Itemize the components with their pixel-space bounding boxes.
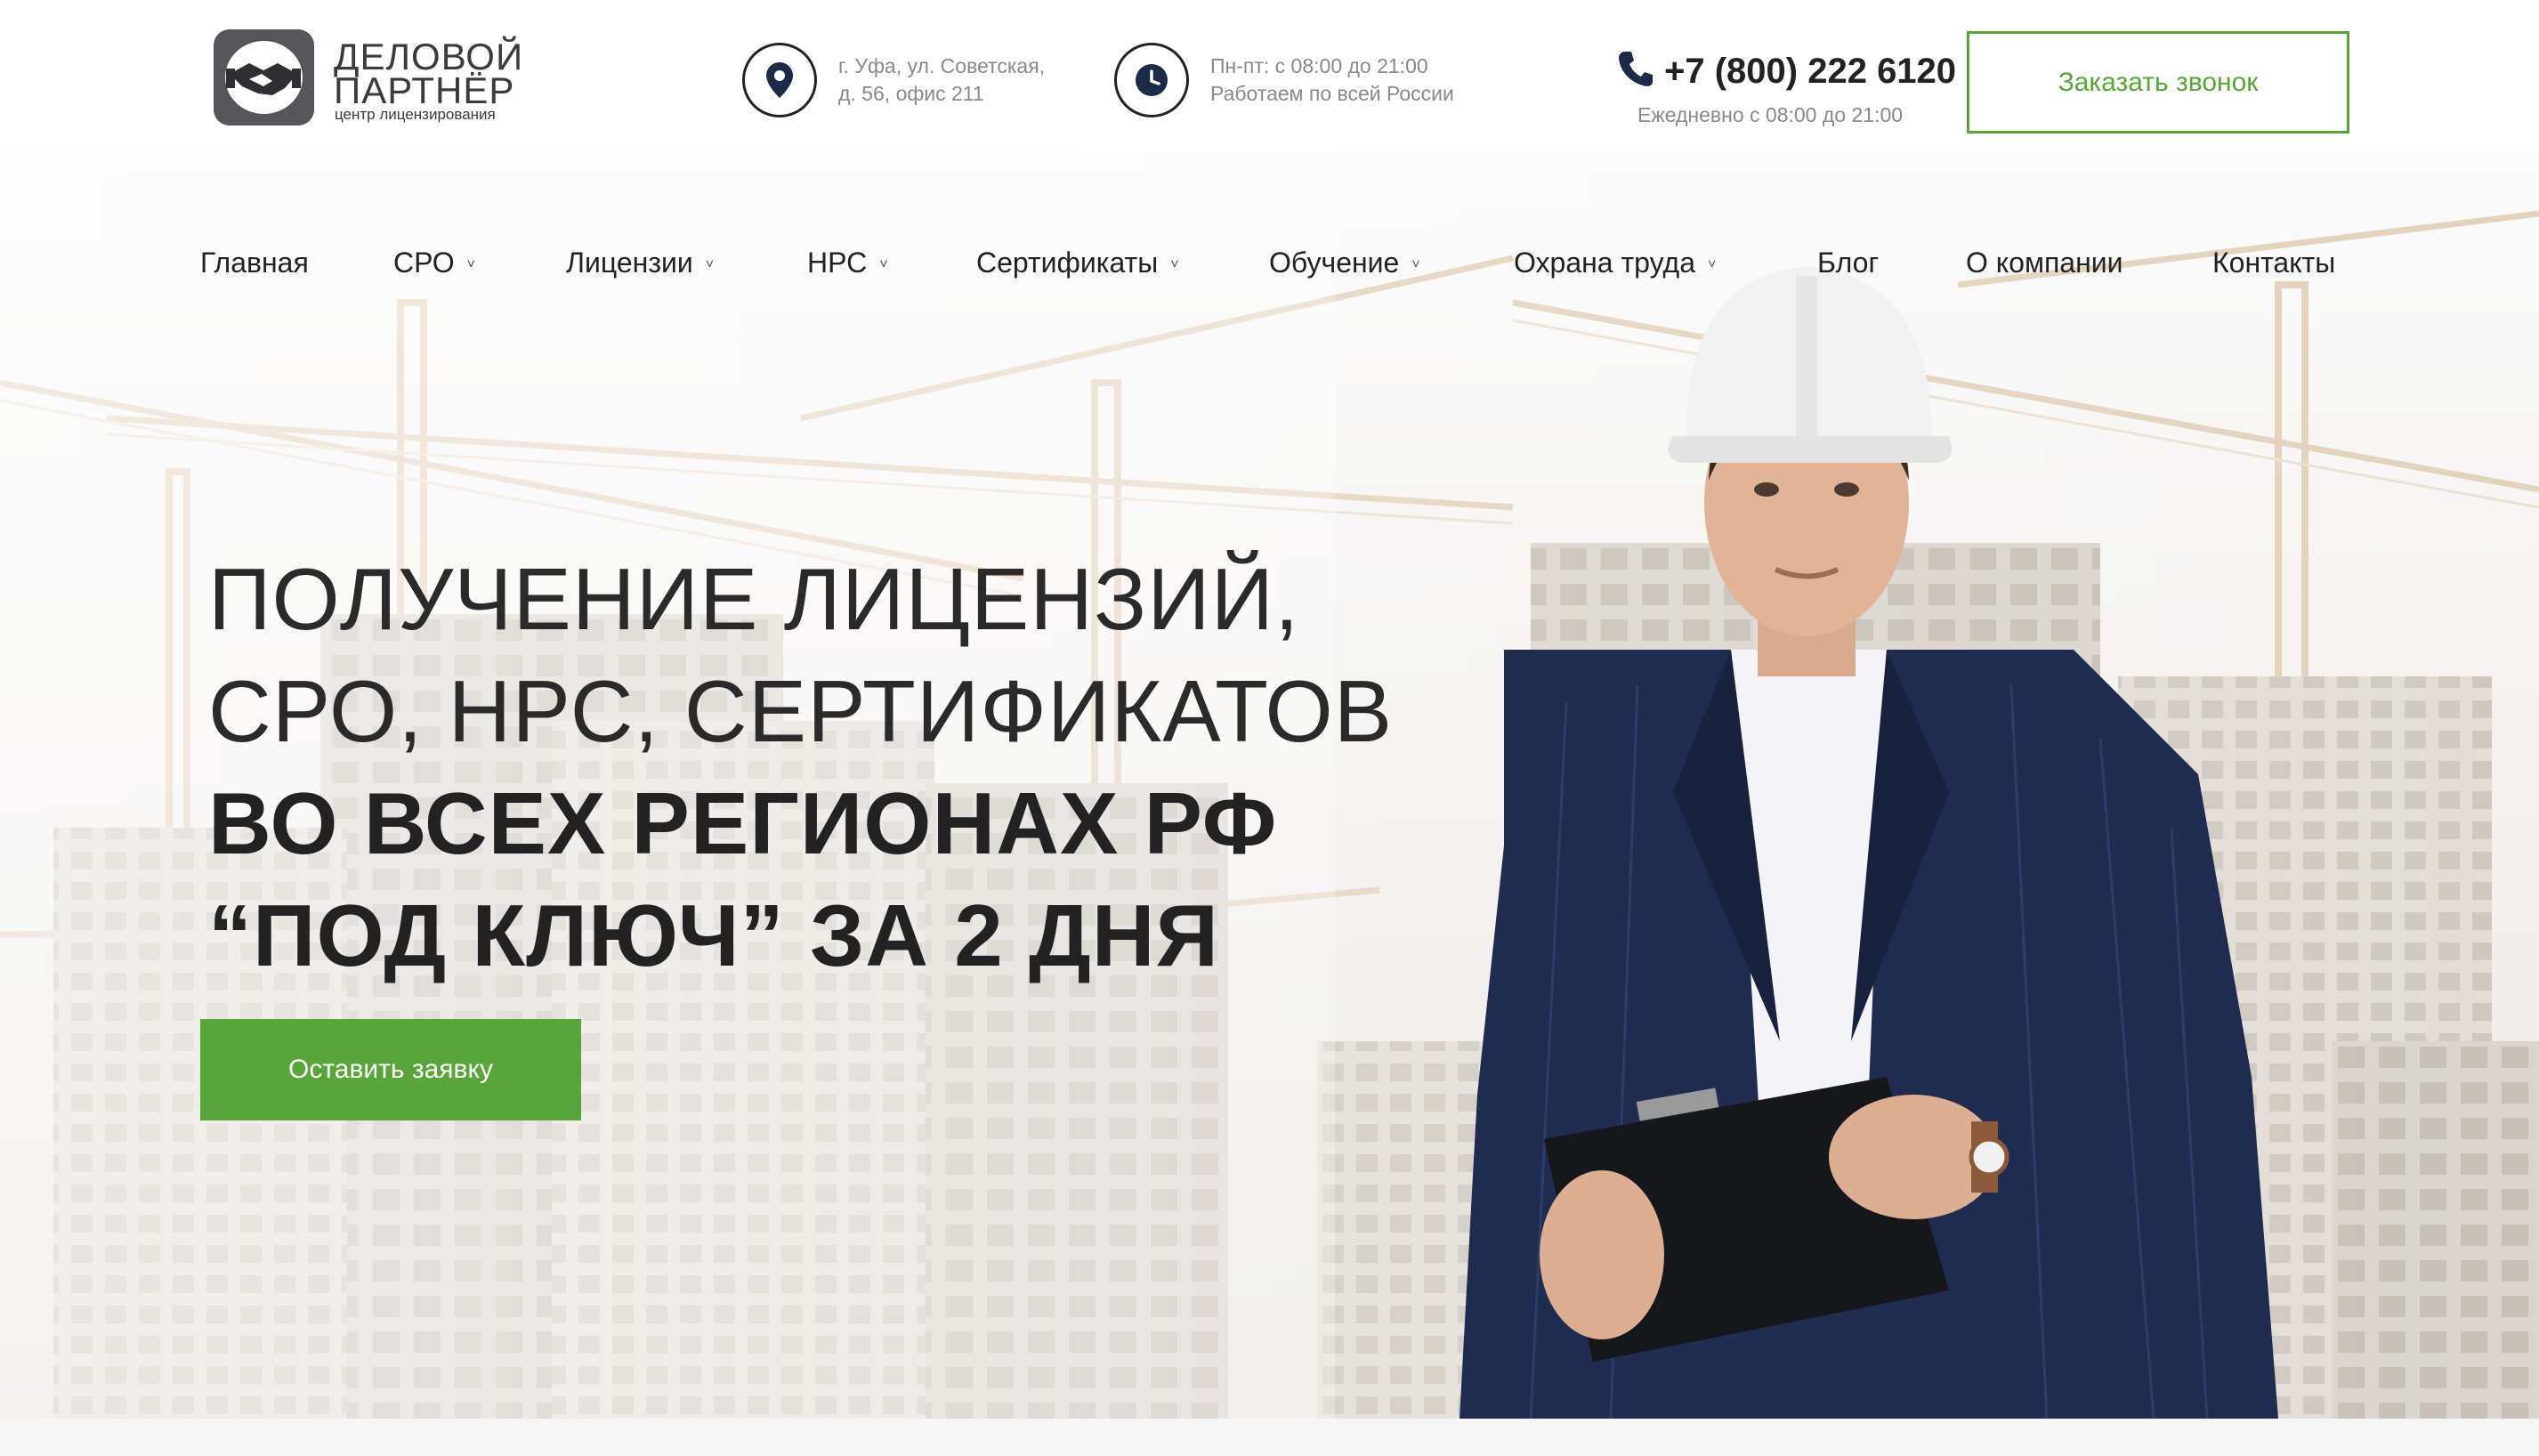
phone-icon — [1619, 52, 1653, 86]
nav-item-nrs[interactable]: НРС ˅ — [807, 236, 888, 292]
nav-item-label: НРС — [807, 247, 868, 279]
address-icon-circle — [742, 43, 817, 117]
hero-line2: СРО, НРС, СЕРТИФИКАТОВ — [208, 662, 1394, 760]
hero-line1: ПОЛУЧЕНИЕ ЛИЦЕНЗИЙ, — [208, 550, 1300, 648]
logo-tagline: центр лицензирования — [335, 106, 496, 123]
chevron-down-icon: ˅ — [1707, 256, 1717, 272]
nav-item-home[interactable]: Главная — [200, 236, 309, 289]
map-pin-icon — [766, 62, 793, 98]
nav-item-sro[interactable]: СРО ˅ — [393, 236, 475, 292]
phone-number-link[interactable]: +7 (800) 222 6120 — [1664, 53, 1956, 89]
section-divider — [0, 1419, 2539, 1456]
phone-hours: Ежедневно с 08:00 до 21:00 — [1637, 103, 1904, 126]
nav-item-label: Главная — [200, 247, 309, 279]
chevron-down-icon: ˅ — [466, 256, 475, 272]
page: ДЕЛОВОЙ ПАРТНЁР центр лицензирования г. … — [0, 0, 2539, 1456]
nav-item-label: Обучение — [1269, 247, 1400, 279]
site-header: ДЕЛОВОЙ ПАРТНЁР центр лицензирования г. … — [0, 0, 2539, 151]
chevron-down-icon: ˅ — [879, 256, 888, 272]
nav-item-label: Блог — [1817, 247, 1880, 279]
handshake-icon — [226, 63, 301, 95]
phone-block: +7 (800) 222 6120 Ежедневно с 08:00 до 2… — [1613, 46, 1956, 135]
nav-item-label: Лицензии — [566, 247, 693, 279]
address-info: г. Уфа, ул. Советская, д. 56, офис 211 — [742, 43, 1063, 125]
callback-button[interactable]: Заказать звонок — [1967, 31, 2349, 133]
nav-item-about[interactable]: О компании — [1966, 236, 2123, 289]
chevron-down-icon: ˅ — [1411, 256, 1420, 272]
hours-line2: Работаем по всей России — [1210, 82, 1454, 105]
logo-mark — [214, 29, 314, 125]
nav-item-training[interactable]: Обучение ˅ — [1269, 236, 1420, 292]
nav-item-label: Контакты — [2212, 247, 2336, 279]
hero-line3: ВО ВСЕХ РЕГИОНАХ РФ — [208, 774, 1278, 872]
nav-item-contacts[interactable]: Контакты — [2212, 236, 2335, 289]
submit-request-button[interactable]: Оставить заявку — [200, 1019, 581, 1120]
clock-icon — [1136, 64, 1168, 96]
address-line2: д. 56, офис 211 — [838, 82, 984, 105]
hero-headline: ПОЛУЧЕНИЕ ЛИЦЕНЗИЙ, СРО, НРС, СЕРТИФИКАТ… — [208, 543, 1393, 991]
nav-item-licenses[interactable]: Лицензии ˅ — [566, 236, 714, 292]
address-line1: г. Уфа, ул. Советская, — [838, 54, 1046, 77]
chevron-down-icon: ˅ — [1170, 256, 1179, 272]
chevron-down-icon: ˅ — [705, 256, 715, 272]
work-hours-info: Пн-пт: с 08:00 до 21:00 Работаем по всей… — [1114, 43, 1488, 125]
nav-item-label: Охрана труда — [1514, 247, 1695, 279]
nav-item-blog[interactable]: Блог — [1817, 236, 1879, 289]
hours-line1: Пн-пт: с 08:00 до 21:00 — [1210, 54, 1428, 77]
hero-line4: “ПОД КЛЮЧ” ЗА 2 ДНЯ — [208, 886, 1219, 984]
nav-item-label: СРО — [393, 247, 455, 279]
hours-icon-circle — [1114, 43, 1189, 117]
nav-item-certificates[interactable]: Сертификаты ˅ — [976, 236, 1179, 292]
logo-text-line2: ПАРТНЁР — [334, 69, 515, 111]
logo[interactable]: ДЕЛОВОЙ ПАРТНЁР центр лицензирования — [214, 29, 543, 127]
nav-item-label: Сертификаты — [976, 247, 1159, 279]
nav-item-labor-safety[interactable]: Охрана труда ˅ — [1514, 236, 1716, 292]
main-nav: Главная СРО ˅ Лицензии ˅ НРС ˅ Сертификаты ˅… — [0, 236, 2539, 289]
nav-item-label: О компании — [1966, 247, 2123, 279]
